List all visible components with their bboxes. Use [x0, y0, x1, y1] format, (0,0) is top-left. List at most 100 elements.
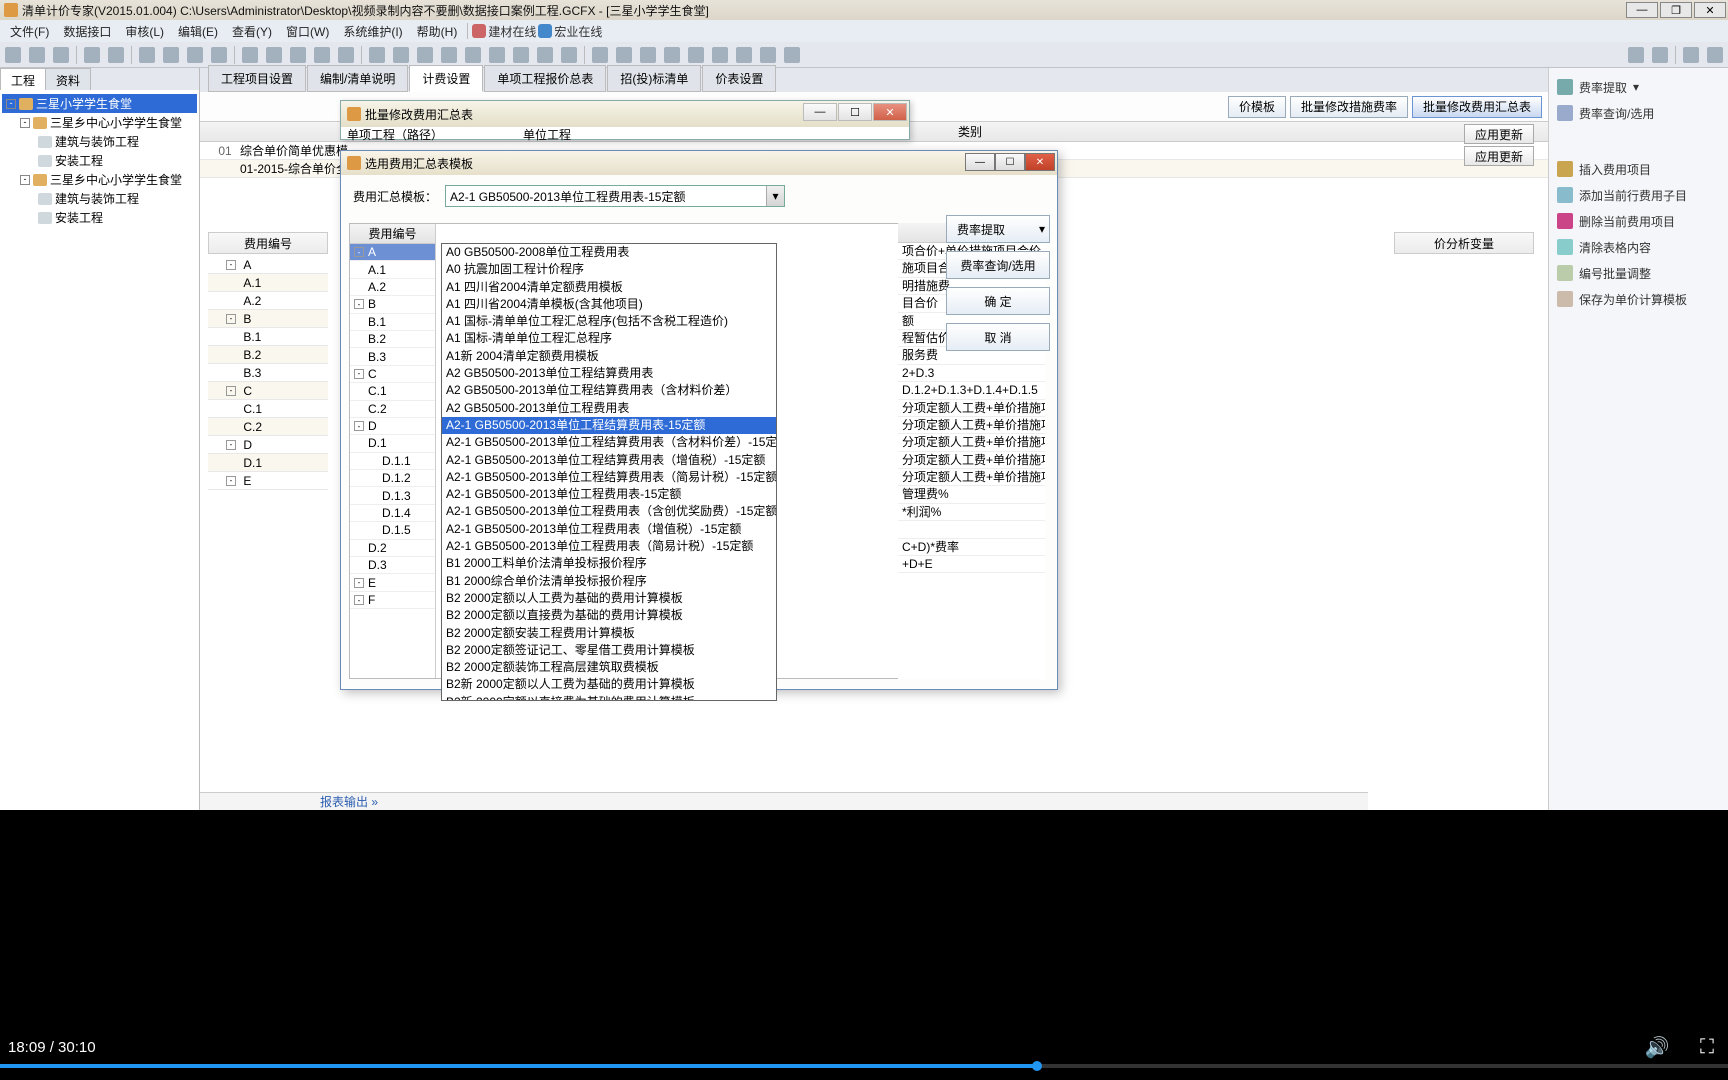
- tree-node[interactable]: -三星乡中心小学学生食堂: [2, 170, 197, 189]
- bg-fee-row[interactable]: A.2: [208, 292, 328, 310]
- volume-icon[interactable]: 🔊: [1646, 1036, 1668, 1058]
- bg-fee-row[interactable]: - C: [208, 382, 328, 400]
- action-batch-number[interactable]: 编号批量调整: [1553, 260, 1724, 286]
- bg-fee-row[interactable]: - B: [208, 310, 328, 328]
- tool-r2[interactable]: [1649, 44, 1671, 66]
- tool-undo[interactable]: [81, 44, 103, 66]
- bg-fee-row[interactable]: B.3: [208, 364, 328, 382]
- rate-extract-button[interactable]: 费率提取: [946, 215, 1050, 243]
- fee-row[interactable]: -C: [350, 366, 435, 383]
- modal-minimize[interactable]: —: [965, 153, 995, 171]
- tool-o1[interactable]: [589, 44, 611, 66]
- restore-button[interactable]: ❐: [1660, 2, 1692, 18]
- fee-row[interactable]: -B: [350, 296, 435, 313]
- btn-batch-fee-summary[interactable]: 批量修改费用汇总表: [1412, 96, 1542, 118]
- action-rate-query[interactable]: 费率查询/选用: [1553, 100, 1724, 126]
- menu-system[interactable]: 系统维护(I): [337, 21, 408, 42]
- dropdown-item[interactable]: A2-1 GB50500-2013单位工程结算费用表（含材料价差）-15定额: [442, 434, 776, 451]
- tool-g[interactable]: [390, 44, 412, 66]
- tool-o7[interactable]: [733, 44, 755, 66]
- bg-fee-row[interactable]: - D: [208, 436, 328, 454]
- dropdown-item[interactable]: A2 GB50500-2013单位工程结算费用表（含材料价差）: [442, 382, 776, 399]
- left-tab-project[interactable]: 工程: [0, 68, 46, 90]
- fee-row[interactable]: D.1.5: [350, 522, 435, 539]
- tool-j[interactable]: [462, 44, 484, 66]
- fee-row[interactable]: -A: [350, 244, 435, 261]
- tab-list-desc[interactable]: 编制/清单说明: [307, 65, 408, 92]
- tool-o8[interactable]: [757, 44, 779, 66]
- bg-fee-row[interactable]: - E: [208, 472, 328, 490]
- menu-data[interactable]: 数据接口: [57, 21, 117, 42]
- btn-price-template[interactable]: 价模板: [1228, 96, 1286, 118]
- dropdown-item[interactable]: A1 四川省2004清单定额费用模板: [442, 279, 776, 296]
- tool-new[interactable]: [2, 44, 24, 66]
- action-save-template[interactable]: 保存为单价计算模板: [1553, 286, 1724, 312]
- action-insert-fee[interactable]: 插入费用项目: [1553, 156, 1724, 182]
- modal-close[interactable]: [873, 103, 907, 121]
- dropdown-item[interactable]: B2 2000定额签证记工、零星借工费用计算模板: [442, 642, 776, 659]
- menu-materials-online[interactable]: 建材在线: [472, 23, 536, 40]
- fee-row[interactable]: C.2: [350, 401, 435, 418]
- tool-r1[interactable]: [1625, 44, 1647, 66]
- bg-fee-row[interactable]: B.1: [208, 328, 328, 346]
- fee-row[interactable]: D.1.3: [350, 487, 435, 504]
- dropdown-item[interactable]: A2-1 GB50500-2013单位工程费用表（含创优奖励费）-15定额: [442, 503, 776, 520]
- tool-print[interactable]: [208, 44, 230, 66]
- tool-n[interactable]: [558, 44, 580, 66]
- fee-row[interactable]: A.2: [350, 279, 435, 296]
- bg-fee-row[interactable]: A.1: [208, 274, 328, 292]
- fullscreen-icon[interactable]: ⛶: [1696, 1036, 1718, 1058]
- dropdown-item[interactable]: A0 GB50500-2008单位工程费用表: [442, 244, 776, 261]
- dropdown-item[interactable]: A1新 2004清单定额费用模板: [442, 348, 776, 365]
- tool-e[interactable]: [335, 44, 357, 66]
- dropdown-item[interactable]: B2新 2000定额以人工费为基础的费用计算模板: [442, 676, 776, 693]
- tool-cut[interactable]: [136, 44, 158, 66]
- dropdown-item[interactable]: A2-1 GB50500-2013单位工程费用表（增值税）-15定额: [442, 521, 776, 538]
- tool-paste[interactable]: [184, 44, 206, 66]
- dropdown-item[interactable]: B2新 2000定额以直接费为基础的费用计算模板: [442, 694, 776, 701]
- modal-maximize[interactable]: ☐: [995, 153, 1025, 171]
- menu-view[interactable]: 查看(Y): [226, 21, 278, 42]
- tab-price-settings[interactable]: 价表设置: [702, 65, 776, 92]
- fee-row[interactable]: D.2: [350, 540, 435, 557]
- fee-row[interactable]: D.1.4: [350, 505, 435, 522]
- tree-node[interactable]: 建筑与装饰工程: [2, 132, 197, 151]
- dropdown-item[interactable]: A2-1 GB50500-2013单位工程结算费用表（增值税）-15定额: [442, 452, 776, 469]
- menu-file[interactable]: 文件(F): [4, 21, 55, 42]
- tool-redo[interactable]: [105, 44, 127, 66]
- fee-row[interactable]: -F: [350, 592, 435, 609]
- tool-o2[interactable]: [613, 44, 635, 66]
- dropdown-item[interactable]: B2 2000定额以人工费为基础的费用计算模板: [442, 590, 776, 607]
- tool-l[interactable]: [510, 44, 532, 66]
- modal-close[interactable]: ✕: [1025, 153, 1055, 171]
- tool-o4[interactable]: [661, 44, 683, 66]
- dropdown-item[interactable]: B1 2000工料单价法清单投标报价程序: [442, 555, 776, 572]
- fee-row[interactable]: A.1: [350, 261, 435, 278]
- bg-fee-row[interactable]: B.2: [208, 346, 328, 364]
- tool-k[interactable]: [486, 44, 508, 66]
- dropdown-item[interactable]: B2 2000定额安装工程费用计算模板: [442, 625, 776, 642]
- fee-row[interactable]: D.1.1: [350, 453, 435, 470]
- tab-project-settings[interactable]: 工程项目设置: [208, 65, 306, 92]
- dropdown-item[interactable]: A2-1 GB50500-2013单位工程费用表（简易计税）-15定额: [442, 538, 776, 555]
- tab-bid-list[interactable]: 招(投)标清单: [607, 65, 701, 92]
- menu-help[interactable]: 帮助(H): [411, 21, 464, 42]
- dropdown-item[interactable]: A1 国标-清单单位工程汇总程序: [442, 330, 776, 347]
- dropdown-item[interactable]: B1 2000综合单价法清单投标报价程序: [442, 573, 776, 590]
- menu-window[interactable]: 窗口(W): [280, 21, 335, 42]
- apply-update-2[interactable]: 应用更新: [1464, 146, 1534, 166]
- dropdown-item[interactable]: A2 GB50500-2013单位工程结算费用表: [442, 365, 776, 382]
- dropdown-item[interactable]: A1 国标-清单单位工程汇总程序(包括不含税工程造价): [442, 313, 776, 330]
- tree-node[interactable]: -三星乡中心小学学生食堂: [2, 113, 197, 132]
- btn-batch-measure-rate[interactable]: 批量修改措施费率: [1290, 96, 1408, 118]
- menu-edit[interactable]: 编辑(E): [172, 21, 224, 42]
- fee-row[interactable]: B.3: [350, 348, 435, 365]
- fee-row[interactable]: -E: [350, 574, 435, 591]
- tool-m[interactable]: [534, 44, 556, 66]
- dropdown-item[interactable]: A2-1 GB50500-2013单位工程结算费用表-15定额: [442, 417, 776, 434]
- tool-open[interactable]: [26, 44, 48, 66]
- dropdown-item[interactable]: A2-1 GB50500-2013单位工程结算费用表（简易计税）-15定额: [442, 469, 776, 486]
- fee-row[interactable]: B.1: [350, 314, 435, 331]
- cancel-button[interactable]: 取 消: [946, 323, 1050, 351]
- tool-r3[interactable]: [1680, 44, 1702, 66]
